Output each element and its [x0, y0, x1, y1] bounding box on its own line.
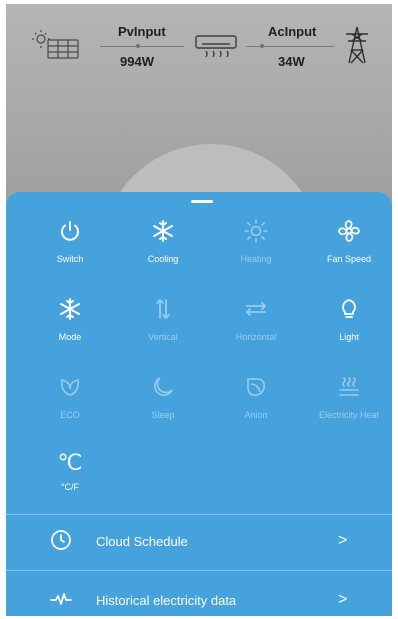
leaf-icon	[57, 374, 83, 400]
horizontal-swing-icon	[243, 296, 269, 322]
heat-icon	[336, 374, 362, 400]
horizontal-swing-button[interactable]: Horizontal	[212, 296, 300, 356]
celsius-icon: ℃	[57, 450, 83, 476]
anion-label: Anion	[244, 410, 268, 420]
historical-electricity-label: Historical electricity data	[96, 592, 237, 608]
switch-label: Switch	[56, 254, 84, 264]
cloud-schedule-row[interactable]: Cloud Schedule >	[6, 515, 392, 567]
eco-button[interactable]: ECO	[26, 374, 114, 434]
sun-icon	[243, 218, 269, 244]
ac-flow-dot	[260, 44, 264, 48]
divider	[6, 570, 392, 571]
chevron-right-icon: >	[338, 591, 348, 608]
pv-flow-line	[100, 46, 184, 47]
solar-panel-icon	[32, 28, 82, 60]
sleep-button[interactable]: Sleep	[119, 374, 207, 434]
electricity-heat-button[interactable]: Electricity Heat	[305, 374, 392, 434]
light-label: Light	[339, 332, 359, 342]
electricity-heat-label: Electricity Heat	[318, 410, 380, 420]
air-conditioner-icon	[194, 34, 238, 60]
power-tower-icon	[344, 26, 370, 64]
power-icon	[57, 218, 83, 244]
temperature-unit-label: °C/F	[60, 482, 80, 492]
heating-button[interactable]: Heating	[212, 218, 300, 278]
cooling-button[interactable]: Cooling	[119, 218, 207, 278]
fan-icon	[336, 218, 362, 244]
mode-label: Mode	[58, 332, 82, 342]
eco-label: ECO	[60, 410, 80, 420]
vertical-swing-icon	[150, 296, 176, 322]
pv-input-label: PvInput	[118, 24, 166, 39]
vertical-swing-button[interactable]: Vertical	[119, 296, 207, 356]
celsius-symbol: ℃	[57, 450, 83, 475]
temperature-unit-button[interactable]: ℃ °C/F	[26, 450, 114, 510]
switch-button[interactable]: Switch	[26, 218, 114, 278]
bulb-icon	[336, 296, 362, 322]
fan-speed-label: Fan Speed	[326, 254, 372, 264]
anion-button[interactable]: Anion	[212, 374, 300, 434]
fan-speed-button[interactable]: Fan Speed	[305, 218, 392, 278]
mode-button[interactable]: Mode	[26, 296, 114, 356]
vertical-label: Vertical	[148, 332, 178, 342]
snowflake-icon	[57, 296, 83, 322]
ac-input-label: AcInput	[268, 24, 317, 39]
drag-handle[interactable]	[191, 200, 213, 203]
pv-flow-dot	[136, 44, 140, 48]
control-panel: Switch Cooling Heating Fan Speed Mode Ve…	[6, 192, 392, 616]
snowflake-icon	[150, 218, 176, 244]
anion-icon	[243, 374, 269, 400]
chevron-right-icon: >	[338, 532, 348, 549]
clock-icon	[50, 529, 72, 551]
pulse-icon	[50, 588, 72, 610]
light-button[interactable]: Light	[305, 296, 392, 356]
cooling-label: Cooling	[147, 254, 179, 264]
sleep-label: Sleep	[151, 410, 175, 420]
moon-icon	[150, 374, 176, 400]
ac-input-value: 34W	[278, 54, 305, 69]
horizontal-label: Horizontal	[235, 332, 277, 342]
historical-electricity-row[interactable]: Historical electricity data >	[6, 574, 392, 616]
cloud-schedule-label: Cloud Schedule	[96, 533, 188, 549]
pv-input-value: 994W	[120, 54, 154, 69]
heating-label: Heating	[240, 254, 272, 264]
app-screen: PvInput 994W AcInput 34W Switch Cooling …	[6, 4, 392, 616]
